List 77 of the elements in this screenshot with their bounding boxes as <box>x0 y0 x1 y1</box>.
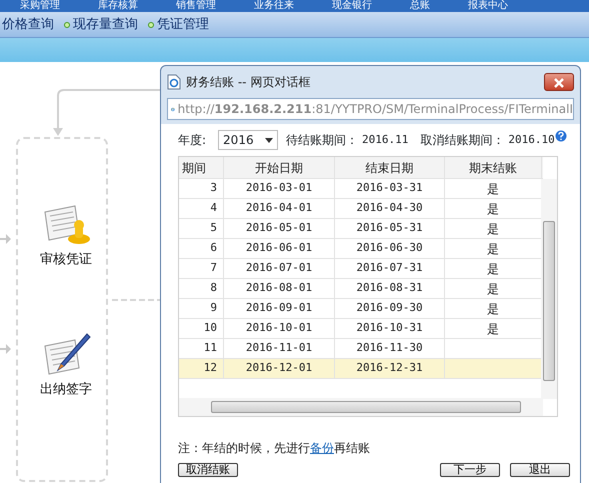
dialog-title: 财务结账 -- 网页对话框 <box>186 74 310 91</box>
table-cell-text: 2016-04-30 <box>356 200 423 216</box>
cancel-period-label: 取消结账期间： <box>420 132 504 149</box>
table-cell-text: 2016-03-01 <box>246 180 312 196</box>
year-dropdown[interactable]: 2016 <box>218 130 278 150</box>
table-cell-text: 是 <box>487 300 499 318</box>
table-cell-text: 2016-05-31 <box>356 220 423 236</box>
selected-row[interactable]: 12 2016-12-01 2016-12-31 <box>179 359 543 379</box>
table-cell-text: 2016-10-31 <box>356 320 423 336</box>
menu-item[interactable]: 销售管理 <box>176 0 216 12</box>
table-cell-text: 2016-08-31 <box>356 280 423 296</box>
dialog-button[interactable]: 取消结账 <box>178 463 238 477</box>
node-label: 出纳签字 <box>40 381 92 399</box>
address-bar[interactable]: http://192.168.2.211:81/YYTPRO/SM/TerminalProcess/FITerminalI <box>167 98 574 120</box>
table-cell-text: 2016-11-30 <box>356 340 423 356</box>
cancel-period-value: 2016.10 <box>508 132 555 148</box>
menu-item[interactable]: 总账 <box>410 0 430 12</box>
table-cell-text: 10 <box>204 320 217 336</box>
note-text: 注：年结的时候，先进行备份再结账 <box>178 440 371 457</box>
table-cell-text: 2016-08-01 <box>246 280 312 296</box>
table-cell-text: 是 <box>487 260 499 278</box>
table-cell-text: 2016-03-31 <box>356 180 423 196</box>
caret-icon <box>265 138 274 142</box>
table-cell-text: 是 <box>487 320 499 338</box>
table-cell-text: 2016-12-31 <box>356 360 423 376</box>
pending-period-label: 待结账期间： <box>286 132 358 149</box>
nav-link-item[interactable]: 价格查询 <box>2 14 54 34</box>
small-arrow-icon <box>0 344 11 354</box>
table-cell-text: 3 <box>210 180 217 196</box>
close-button[interactable] <box>544 73 574 91</box>
table-cell-text: 2016-06-30 <box>356 240 423 256</box>
menu-item[interactable]: 现金银行 <box>332 0 372 12</box>
small-arrow-icon <box>0 234 11 244</box>
table-cell-text: 2016-12-01 <box>246 360 312 376</box>
year-label: 年度: <box>178 132 206 149</box>
table-cell-text: 6 <box>210 240 217 256</box>
table-cell-text: 2016-09-01 <box>246 300 312 316</box>
menu-item[interactable]: 业务往来 <box>254 0 294 12</box>
dialog-button[interactable]: 退出 <box>510 463 570 477</box>
table-cell-text: 是 <box>487 220 499 238</box>
column-header: 结束日期 <box>335 157 445 178</box>
table-cell-text: 2016-07-31 <box>356 260 423 276</box>
table-cell-text: 5 <box>210 220 217 236</box>
help-icon[interactable] <box>554 130 567 142</box>
table-cell-text: 11 <box>204 340 217 356</box>
url-text: http://192.168.2.211:81/YYTPRO/SM/TerminalProcess/FITerminalI <box>178 101 573 118</box>
table-cell-text: 9 <box>210 300 217 316</box>
table-cell-text: 2016-06-01 <box>246 240 312 256</box>
table-cell-text: 2016-07-01 <box>246 260 312 276</box>
dashed-connector <box>112 299 160 301</box>
table-cell-text: 7 <box>210 260 217 276</box>
table-cell-text: 12 <box>204 360 217 376</box>
table-cell-text: 2016-05-01 <box>246 220 312 236</box>
table-cell-text: 2016-10-01 <box>246 320 312 336</box>
table-cell-text: 2016-09-30 <box>356 300 423 316</box>
node-label: 审核凭证 <box>40 251 92 269</box>
column-header: 期间 <box>179 157 224 178</box>
pending-period-value: 2016.11 <box>362 132 408 148</box>
nav-link-item[interactable]: 凭证管理 <box>148 14 209 34</box>
table-cell-text: 是 <box>487 200 499 218</box>
column-header: 开始日期 <box>224 157 335 178</box>
backup-link[interactable]: 备份 <box>310 441 334 455</box>
horizontal-scrollbar[interactable] <box>179 398 543 416</box>
dialog-button[interactable]: 下一步 <box>440 463 500 477</box>
table-cell-text: 2016-11-01 <box>246 340 312 356</box>
page-icon <box>167 74 181 90</box>
column-header: 期末结账 <box>445 157 542 178</box>
close-icon <box>554 78 564 88</box>
table-cell-text: 4 <box>210 200 217 216</box>
table-cell-text: 8 <box>210 280 217 296</box>
menu-item[interactable]: 采购管理 <box>20 0 60 12</box>
table-cell-text: 是 <box>487 280 499 298</box>
table-cell-text: 是 <box>487 180 499 198</box>
table-cell-text: 是 <box>487 240 499 258</box>
table-cell-text: 2016-04-01 <box>246 200 312 216</box>
nav-link-item[interactable]: 现存量查询 <box>64 14 138 34</box>
vertical-scrollbar[interactable] <box>541 179 557 399</box>
